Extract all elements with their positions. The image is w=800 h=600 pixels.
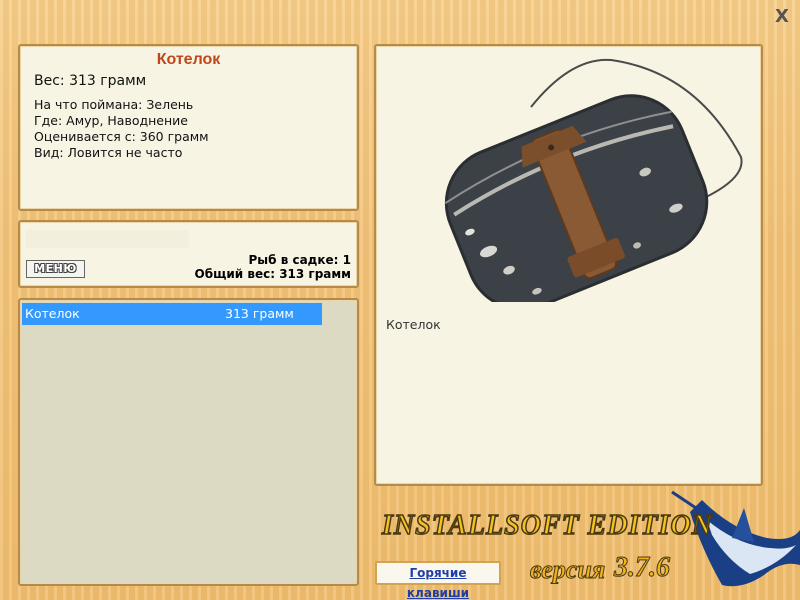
item-weight: Вес: 313 грамм (34, 73, 147, 89)
info-panel: Котелок Вес: 313 грамм На что поймана: З… (18, 44, 359, 211)
summary-strip (26, 230, 189, 248)
item-title: Котелок (156, 51, 221, 68)
species-line: Вид: Ловится не часто (34, 145, 183, 160)
valued-from-line: Оценивается с: 360 грамм (34, 129, 209, 144)
list-item-name: Котелок (25, 306, 80, 321)
preview-caption: Котелок (386, 317, 441, 332)
brand-edition: INSTALLSOFT EDITION (381, 510, 714, 541)
location-line: Где: Амур, Наводнение (34, 113, 188, 128)
brand-version-number: 3.7.6 (613, 552, 670, 583)
total-weight: Общий вес: 313 грамм (194, 267, 351, 281)
brand-version-prefix: версия (530, 555, 605, 584)
catch-list[interactable]: Котелок 313 грамм (18, 298, 359, 586)
caught-on-line: На что поймана: Зелень (34, 97, 194, 112)
close-button[interactable]: X (772, 8, 792, 26)
menu-button[interactable]: МЕНЮ (26, 260, 85, 278)
preview-panel: Котелок (374, 44, 763, 486)
fish-count: Рыб в садке: 1 (248, 253, 352, 267)
mess-tin-image (444, 58, 743, 302)
brand-logo: INSTALLSOFT EDITION версия 3.7.6 (380, 490, 800, 587)
list-item-weight: 313 грамм (225, 306, 294, 321)
list-item[interactable]: Котелок 313 грамм (22, 303, 322, 325)
summary-panel: МЕНЮ Рыб в садке: 1 Общий вес: 313 грамм (18, 220, 359, 288)
